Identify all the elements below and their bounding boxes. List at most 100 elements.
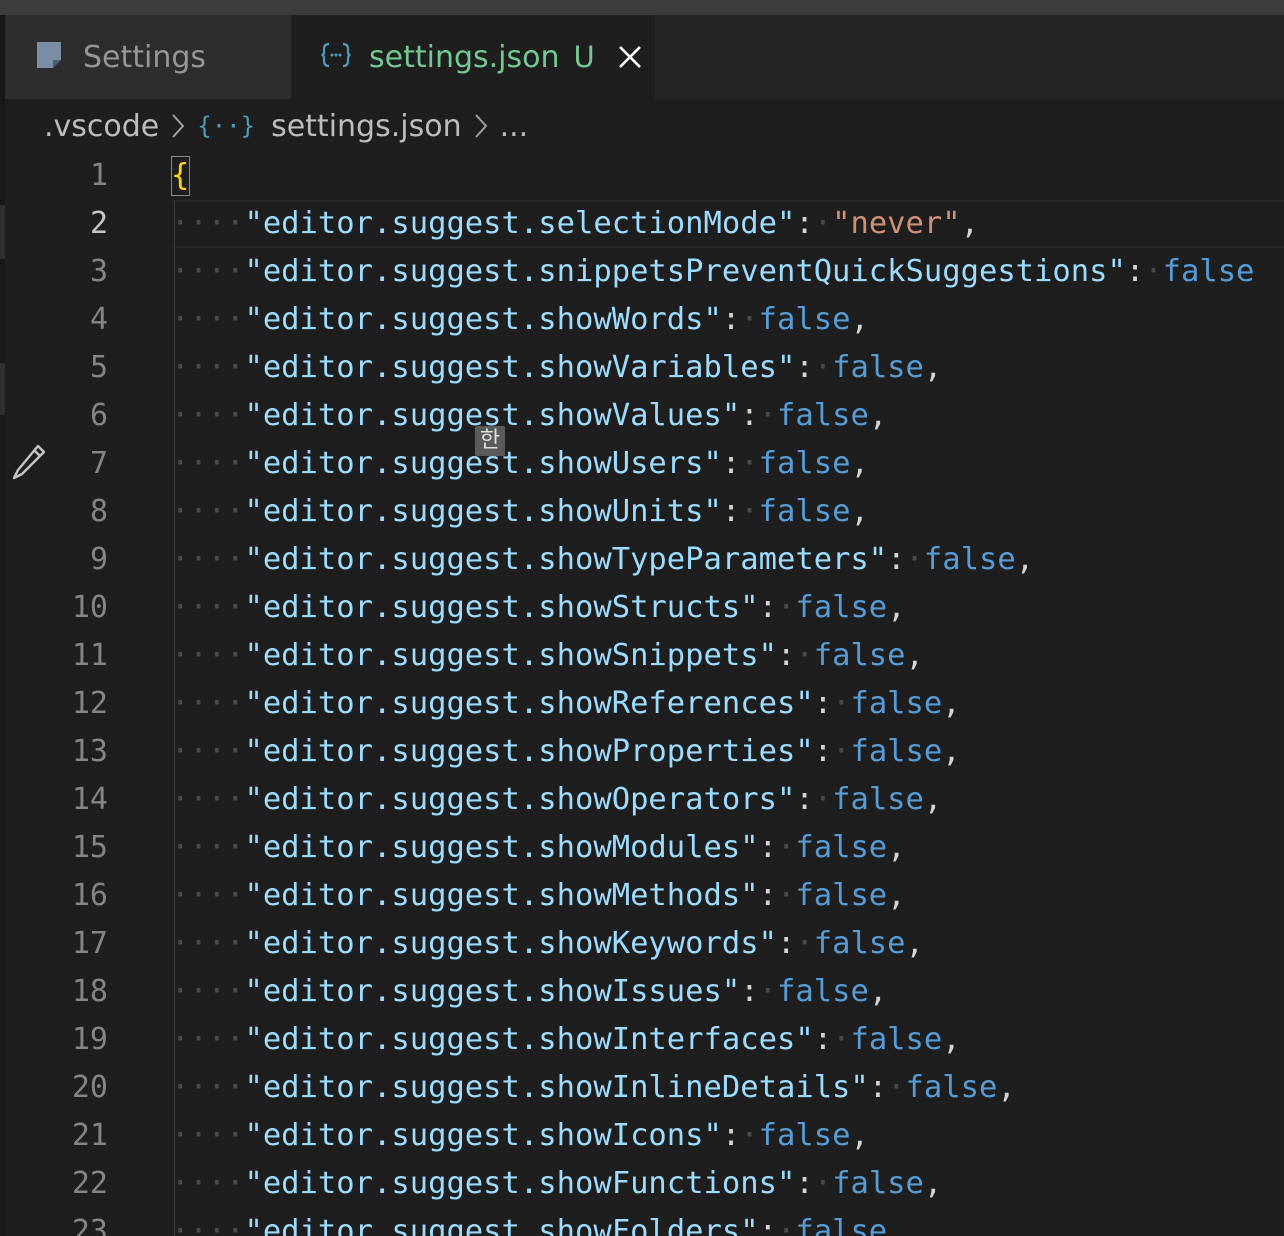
close-icon[interactable] xyxy=(617,44,643,70)
untracked-badge: U xyxy=(573,40,595,74)
json-key: "editor.suggest.showInterfaces" xyxy=(244,1022,814,1057)
colon: : xyxy=(721,1118,741,1153)
code-line[interactable]: 21 ····"editor.suggest.showIcons":·false, xyxy=(5,1112,1284,1160)
code-line[interactable]: 23 ····"editor.suggest.showFolders":·fals… xyxy=(5,1208,1284,1236)
json-key: "editor.suggest.showStructs" xyxy=(244,590,759,625)
json-value: false xyxy=(832,1166,924,1201)
code-line[interactable]: 4 ····"editor.suggest.showWords":·false, xyxy=(5,296,1284,344)
breadcrumb-more[interactable]: ... xyxy=(500,109,529,144)
whitespace-marker: ···· xyxy=(171,638,245,673)
ime-indicator: 한 xyxy=(475,426,505,456)
whitespace-marker: · xyxy=(776,878,796,913)
trailing-comma: , xyxy=(905,926,924,961)
code-text: ····"editor.suggest.showIssues":·false, xyxy=(171,968,887,1016)
code-line[interactable]: 20 ····"editor.suggest.showInlineDetails"… xyxy=(5,1064,1284,1112)
whitespace-marker: · xyxy=(813,1166,833,1201)
code-line[interactable]: 12 ····"editor.suggest.showReferences":·f… xyxy=(5,680,1284,728)
code-line[interactable]: 6 ····"editor.suggest.showValues":·false, xyxy=(5,392,1284,440)
code-line[interactable]: 15 ····"editor.suggest.showModules":·fals… xyxy=(5,824,1284,872)
tab-label: Settings xyxy=(83,39,207,75)
code-line[interactable]: 11 ····"editor.suggest.showSnippets":·fal… xyxy=(5,632,1284,680)
colon: : xyxy=(776,638,796,673)
whitespace-marker: ···· xyxy=(171,206,245,241)
code-line[interactable]: 22 ····"editor.suggest.showFunctions":·fa… xyxy=(5,1160,1284,1208)
line-number: 14 xyxy=(71,782,108,817)
json-value: false xyxy=(777,974,869,1009)
whitespace-marker: · xyxy=(740,1118,759,1153)
whitespace-marker: ···· xyxy=(171,830,245,865)
breadcrumb-folder[interactable]: .vscode xyxy=(44,109,159,144)
whitespace-marker: ···· xyxy=(171,398,245,433)
whitespace-marker: · xyxy=(795,926,814,961)
code-text: ····"editor.suggest.showInterfaces":·fal… xyxy=(171,1016,961,1064)
code-line[interactable]: 14 ····"editor.suggest.showOperators":·fa… xyxy=(5,776,1284,824)
json-value: false xyxy=(813,638,906,673)
colon: : xyxy=(813,734,833,769)
code-line[interactable]: 18 ····"editor.suggest.showIssues":·false… xyxy=(5,968,1284,1016)
whitespace-marker: · xyxy=(832,1022,851,1057)
code-text: ····"editor.suggest.showModules":·false, xyxy=(171,824,906,872)
chevron-right-icon xyxy=(171,113,185,139)
code-line[interactable]: 2 ····"editor.suggest.selectionMode":·"ne… xyxy=(5,200,1284,248)
colon: : xyxy=(795,350,814,385)
json-key: "editor.suggest.showOperators" xyxy=(244,782,796,817)
colon: : xyxy=(813,686,833,721)
trailing-comma: , xyxy=(887,878,906,913)
code-line[interactable]: 3 ····"editor.suggest.snippetsPreventQuic… xyxy=(5,248,1284,296)
tab-settings[interactable]: Settings xyxy=(5,15,291,99)
trailing-comma: , xyxy=(942,686,961,721)
line-number: 10 xyxy=(71,590,108,625)
whitespace-marker: ···· xyxy=(171,1166,245,1201)
colon: : xyxy=(813,1022,833,1057)
code-line[interactable]: 19 ····"editor.suggest.showInterfaces":·f… xyxy=(5,1016,1284,1064)
trailing-comma: , xyxy=(868,398,888,433)
line-number: 19 xyxy=(71,1022,108,1057)
code-line[interactable]: 16 ····"editor.suggest.showMethods":·fals… xyxy=(5,872,1284,920)
code-line[interactable]: 1{ xyxy=(5,152,1284,200)
colon: : xyxy=(795,782,814,817)
code-line[interactable]: 5 ····"editor.suggest.showVariables":·fal… xyxy=(5,344,1284,392)
code-line[interactable]: 10 ····"editor.suggest.showStructs":·fals… xyxy=(5,584,1284,632)
code-line[interactable]: 7 ····"editor.suggest.showUsers":·false, xyxy=(5,440,1284,488)
tab-settings-json[interactable]: settings.json U xyxy=(291,15,655,99)
json-key: "editor.suggest.showUnits" xyxy=(244,494,722,529)
code-line[interactable]: 8 ····"editor.suggest.showUnits":·false, xyxy=(5,488,1284,536)
line-number: 2 xyxy=(89,206,108,241)
code-text: ····"editor.suggest.showReferences":·fal… xyxy=(171,680,961,728)
whitespace-marker: ···· xyxy=(171,494,245,529)
json-value: false xyxy=(850,1022,943,1057)
whitespace-marker: ···· xyxy=(171,590,245,625)
pencil-icon[interactable] xyxy=(10,442,48,486)
whitespace-marker: ···· xyxy=(171,446,245,481)
line-number: 12 xyxy=(71,686,108,721)
line-number: 17 xyxy=(71,926,108,961)
trailing-comma: , xyxy=(887,830,906,865)
line-number: 16 xyxy=(71,878,108,913)
code-editor[interactable]: 1{2 ····"editor.suggest.selectionMode":·"… xyxy=(5,152,1284,1236)
line-number: 21 xyxy=(71,1118,108,1153)
json-key: "editor.suggest.showTypeParameters" xyxy=(244,542,888,577)
json-key: "editor.suggest.showFolders" xyxy=(244,1214,759,1236)
open-brace: { xyxy=(171,158,190,193)
breadcrumb-file[interactable]: settings.json xyxy=(271,109,462,144)
code-line[interactable]: 17 ····"editor.suggest.showKeywords":·fal… xyxy=(5,920,1284,968)
code-line[interactable]: 9 ····"editor.suggest.showTypeParameters"… xyxy=(5,536,1284,584)
json-value: false xyxy=(832,350,924,385)
whitespace-marker: · xyxy=(813,206,833,241)
line-number: 11 xyxy=(71,638,108,673)
breadcrumb: .vscode {··} settings.json ... xyxy=(44,104,528,148)
trailing-comma: , xyxy=(942,734,961,769)
code-line[interactable]: 13 ····"editor.suggest.showProperties":·f… xyxy=(5,728,1284,776)
code-text: ····"editor.suggest.showVariables":·fals… xyxy=(171,344,942,392)
tab-label: settings.json xyxy=(369,39,560,75)
trailing-comma: , xyxy=(942,1022,961,1057)
json-value: "never" xyxy=(832,206,961,241)
json-value: false xyxy=(832,782,924,817)
whitespace-marker: ···· xyxy=(171,302,245,337)
code-text: ····"editor.suggest.showUnits":·false, xyxy=(171,488,869,536)
whitespace-marker: ···· xyxy=(171,542,245,577)
whitespace-marker: ···· xyxy=(171,926,245,961)
trailing-comma: , xyxy=(887,590,906,625)
line-number: 1 xyxy=(89,158,108,193)
colon: : xyxy=(868,1070,888,1105)
